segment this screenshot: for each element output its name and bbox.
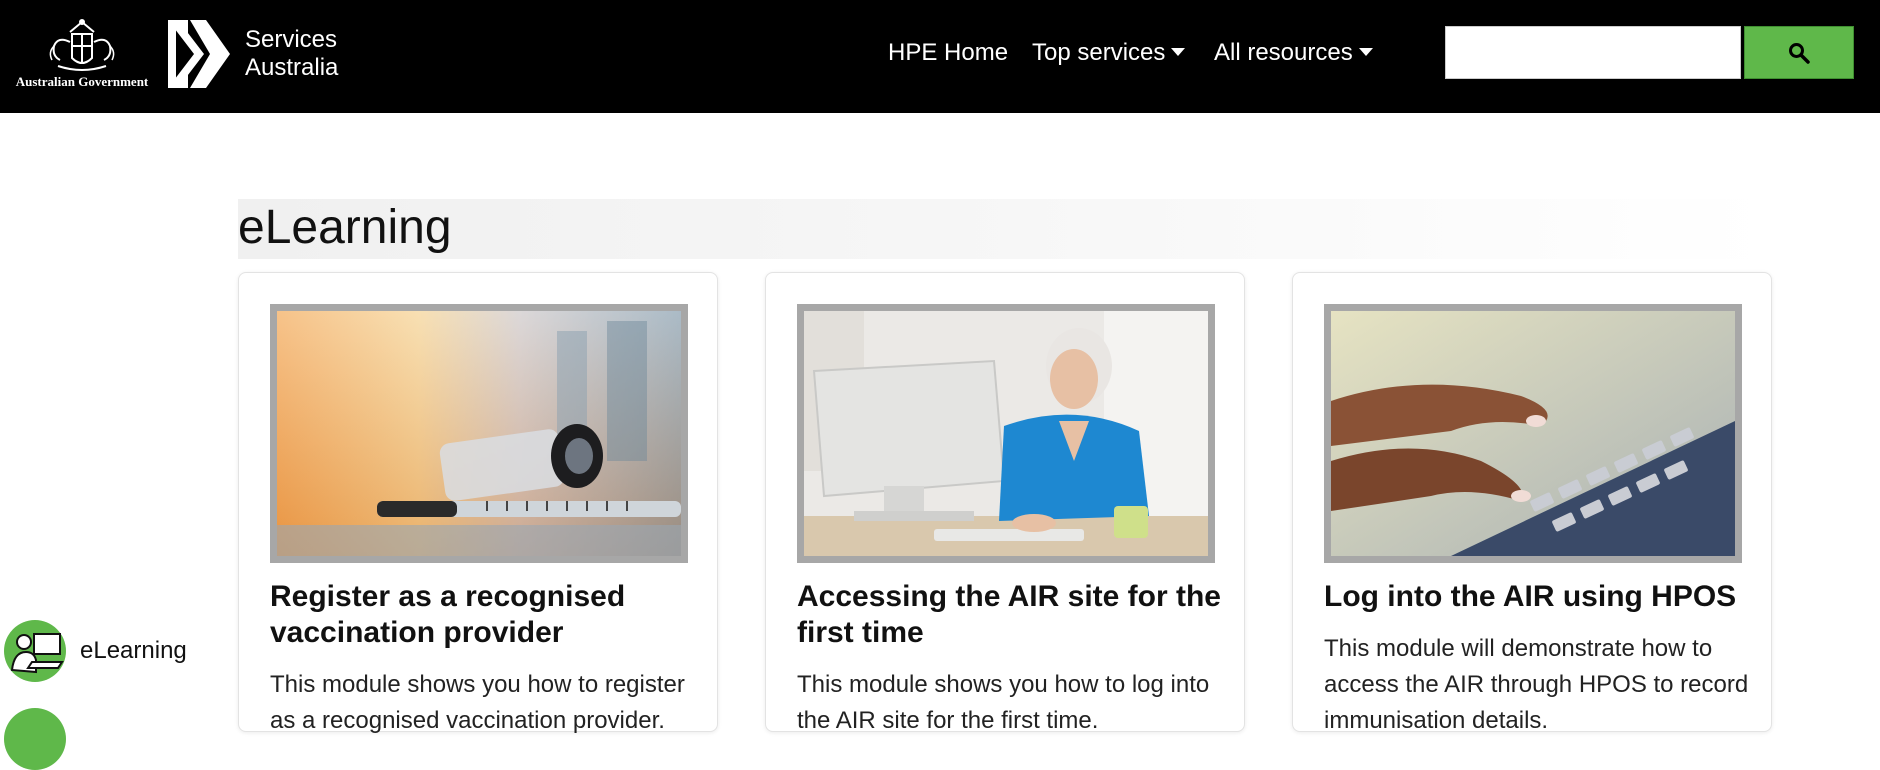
side-nav-label: eLearning	[80, 637, 187, 664]
nav-link-label: All resources	[1214, 39, 1353, 66]
side-nav-elearning[interactable]: eLearning	[4, 620, 204, 682]
elearning-icon	[4, 620, 66, 682]
nav-link-label: HPE Home	[888, 39, 1009, 66]
search-button[interactable]	[1744, 26, 1854, 79]
australian-government-logo[interactable]: Australian Government	[14, 16, 150, 92]
module-card-accessing-air[interactable]: Accessing the AIR site for the first tim…	[765, 272, 1245, 734]
services-australia-wordmark: Services Australia	[245, 26, 338, 82]
card-description: This module shows you how to log into th…	[797, 671, 1210, 734]
card-title: Accessing the AIR site for the first tim…	[797, 580, 1221, 649]
caret-down-icon	[1171, 48, 1186, 56]
nav-dropdown-all-resources[interactable]: All resources	[1214, 36, 1373, 70]
card-title: Register as a recognised vaccination pro…	[270, 580, 626, 649]
services-australia-mark-icon	[168, 20, 230, 88]
module-card-register-provider[interactable]: Register as a recognised vaccination pro…	[238, 272, 718, 734]
vaccine-vial-image	[270, 304, 688, 563]
nav-link-label: Top services	[1032, 39, 1166, 66]
title-background-band	[238, 199, 1772, 259]
nav-link-hpe-home[interactable]: HPE Home	[888, 36, 1008, 70]
card-description: This module will demonstrate how to acce…	[1324, 635, 1749, 734]
top-navigation-bar: Australian Government Services Australia…	[0, 0, 1880, 113]
caret-down-icon	[1358, 48, 1373, 56]
page-title: eLearning	[238, 201, 452, 254]
coat-of-arms-icon	[49, 19, 115, 71]
card-title: Log into the AIR using HPOS	[1324, 580, 1737, 613]
card-description: This module shows you how to register as…	[270, 671, 685, 734]
services-australia-logo[interactable]: Services Australia	[166, 18, 356, 90]
gov-logo-text: Australian Government	[15, 74, 149, 89]
search-input[interactable]	[1445, 26, 1741, 79]
hands-typing-image	[1324, 304, 1742, 563]
search-icon	[1789, 43, 1810, 64]
services-logo-line2: Australia	[245, 54, 339, 81]
services-logo-line1: Services	[245, 26, 338, 53]
nav-dropdown-top-services[interactable]: Top services	[1032, 36, 1186, 70]
side-nav-next-icon[interactable]	[4, 708, 66, 770]
module-card-log-into-air-hpos[interactable]: Log into the AIR using HPOS This module …	[1292, 272, 1772, 734]
woman-at-computer-image	[797, 304, 1215, 563]
